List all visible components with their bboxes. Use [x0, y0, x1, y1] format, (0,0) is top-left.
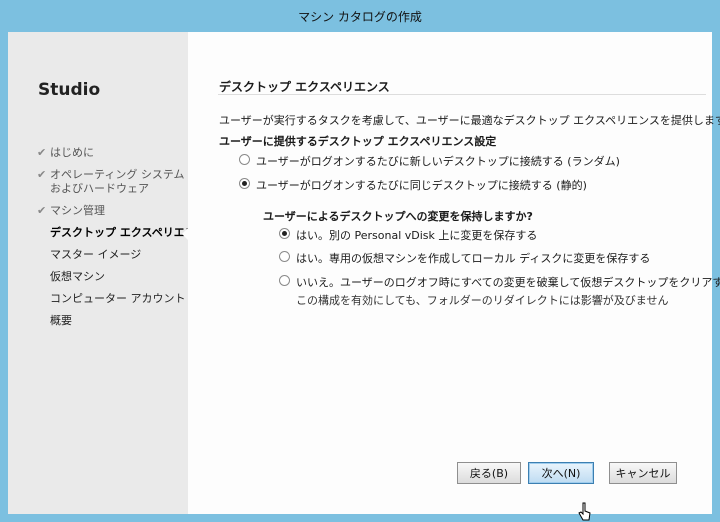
radio-button[interactable] [239, 154, 250, 165]
step-nav: ✔ はじめに ✔ オペレーティング システム およびハードウェア ✔ マシン管理… [8, 146, 207, 336]
step-desktop-experience[interactable]: デスクトップ エクスペリエンス [8, 226, 207, 241]
radio-label: はい。専用の仮想マシンを作成してローカル ディスクに変更を保存する [296, 252, 651, 265]
wizard-sidebar: Studio ✔ はじめに ✔ オペレーティング システム およびハードウェア … [8, 32, 207, 514]
radio-static-desktop[interactable]: ユーザーがログオンするたびに同じデスクトップに接続する (静的) [239, 177, 587, 193]
wizard-main: デスクトップ エクスペリエンス ユーザーが実行するタスクを考慮して、ユーザーに最… [188, 32, 720, 514]
radio-label: ユーザーがログオンするたびに同じデスクトップに接続する (静的) [256, 179, 587, 192]
step-master-image: マスター イメージ [8, 248, 188, 262]
radio-label: はい。別の Personal vDisk 上に変更を保存する [296, 229, 538, 242]
back-button[interactable]: 戻る(B) [457, 462, 521, 484]
step-label: オペレーティング システム [50, 168, 185, 181]
step-label: マシン管理 [50, 204, 105, 217]
step-introduction[interactable]: ✔ はじめに [8, 146, 188, 160]
radio-button[interactable] [279, 251, 290, 262]
step-os-hardware[interactable]: ✔ オペレーティング システム およびハードウェア [8, 168, 188, 196]
step-label: はじめに [50, 146, 94, 159]
check-icon: ✔ [37, 146, 47, 159]
wizard-content: Studio ✔ はじめに ✔ オペレーティング システム およびハードウェア … [8, 32, 720, 521]
radio-label: ユーザーがログオンするたびに新しいデスクトップに接続する (ランダム) [256, 155, 620, 168]
check-icon: ✔ [37, 204, 47, 217]
radio-dedicated-vm-local-disk[interactable]: はい。専用の仮想マシンを作成してローカル ディスクに変更を保存する [279, 250, 650, 266]
step-summary: 概要 [8, 314, 188, 328]
radio-button[interactable] [279, 228, 290, 239]
redirect-note: この構成を有効にしても、フォルダーのリダイレクトには影響が及びません [296, 294, 669, 307]
next-button[interactable]: 次へ(N) [528, 462, 594, 484]
radio-personal-vdisk[interactable]: はい。別の Personal vDisk 上に変更を保存する [279, 227, 537, 243]
radio-label: いいえ。ユーザーのログオフ時にすべての変更を破棄して仮想デスクトップをクリアする [296, 276, 720, 289]
title-divider [218, 94, 706, 95]
step-machine-management[interactable]: ✔ マシン管理 [8, 204, 188, 218]
radio-discard-changes[interactable]: いいえ。ユーザーのログオフ時にすべての変更を破棄して仮想デスクトップをクリアする… [279, 274, 720, 308]
step-virtual-machines: 仮想マシン [8, 270, 188, 284]
experience-section-label: ユーザーに提供するデスクトップ エクスペリエンス設定 [219, 135, 497, 148]
window-title: マシン カタログの作成 [298, 9, 422, 24]
page-title: デスクトップ エクスペリエンス [219, 80, 390, 94]
radio-button[interactable] [239, 178, 250, 189]
page-description: ユーザーが実行するタスクを考慮して、ユーザーに最適なデスクトップ エクスペリエン… [219, 114, 720, 127]
step-label: コンピューター アカウント [50, 292, 186, 305]
radio-button[interactable] [279, 275, 290, 286]
check-icon: ✔ [37, 168, 47, 181]
step-computer-accounts: コンピューター アカウント [8, 292, 188, 306]
cancel-button[interactable]: キャンセル [609, 462, 677, 484]
step-label: マスター イメージ [50, 248, 142, 261]
step-label: 概要 [50, 314, 72, 327]
step-label: 仮想マシン [50, 270, 105, 283]
radio-random-desktop[interactable]: ユーザーがログオンするたびに新しいデスクトップに接続する (ランダム) [239, 153, 620, 169]
title-bar: マシン カタログの作成 [0, 0, 720, 32]
persist-question: ユーザーによるデスクトップへの変更を保持しますか? [263, 210, 533, 223]
mouse-cursor-icon [578, 502, 591, 521]
studio-brand: Studio [38, 80, 101, 100]
step-label-line2: およびハードウェア [50, 182, 149, 195]
wizard-window: マシン カタログの作成 Studio ✔ はじめに ✔ オペレーティング システ… [0, 0, 720, 522]
